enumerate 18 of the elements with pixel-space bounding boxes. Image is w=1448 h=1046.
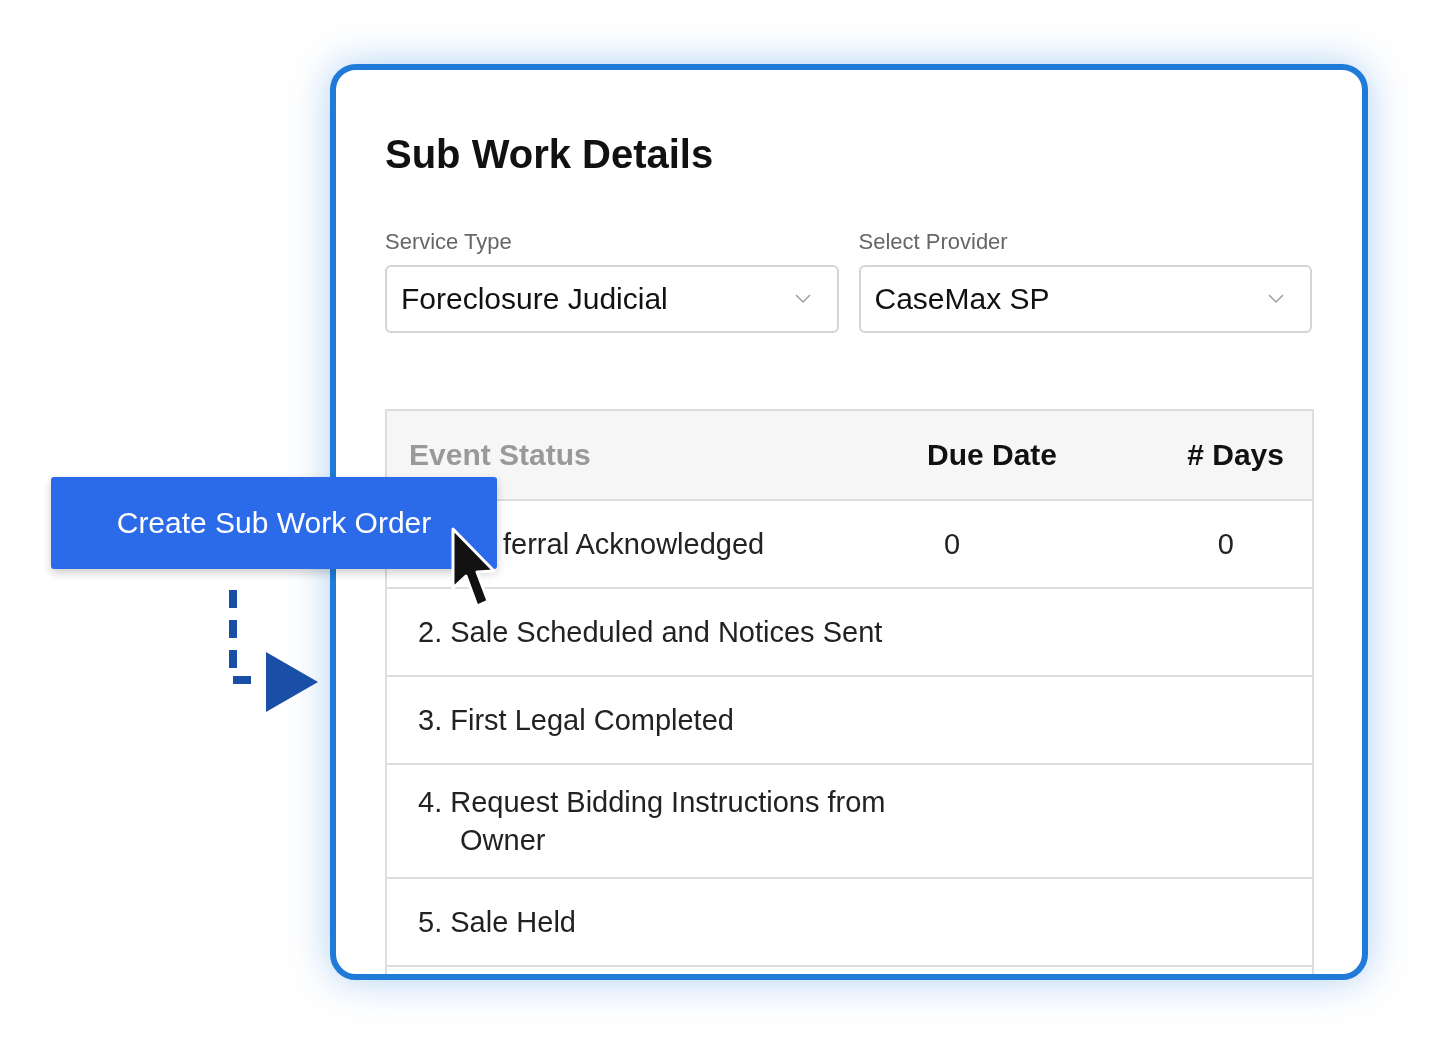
field-label: Select Provider: [858, 229, 1009, 255]
panel-title: Sub Work Details: [385, 132, 715, 177]
table-cell: 4. Request Bidding Instructions from Owner: [418, 786, 886, 856]
column-header: Event Status: [408, 438, 592, 472]
create-button[interactable]: Create Sub Work Order: [51, 477, 497, 569]
dropdown-field[interactable]: Foreclosure Judicial: [385, 265, 839, 333]
chevron-down-icon: [1268, 294, 1284, 304]
table-cell: 3. First Legal Completed: [418, 704, 734, 736]
column-header: Due Date: [925, 438, 1058, 472]
chevron-down-icon: [794, 294, 811, 304]
table-cell: 2. Sale Scheduled and Notices Sent: [418, 616, 883, 648]
table-cell-text: 0: [943, 527, 962, 561]
table-cell-text: ferral Acknowledged: [503, 527, 765, 562]
table-cell: 5. Sale Held: [418, 906, 576, 938]
field-label: Service Type: [385, 229, 513, 255]
table-cell-text: 0: [1216, 527, 1235, 561]
column-header: # Days: [1186, 438, 1285, 472]
dropdown-field[interactable]: CaseMax SP: [858, 265, 1312, 333]
